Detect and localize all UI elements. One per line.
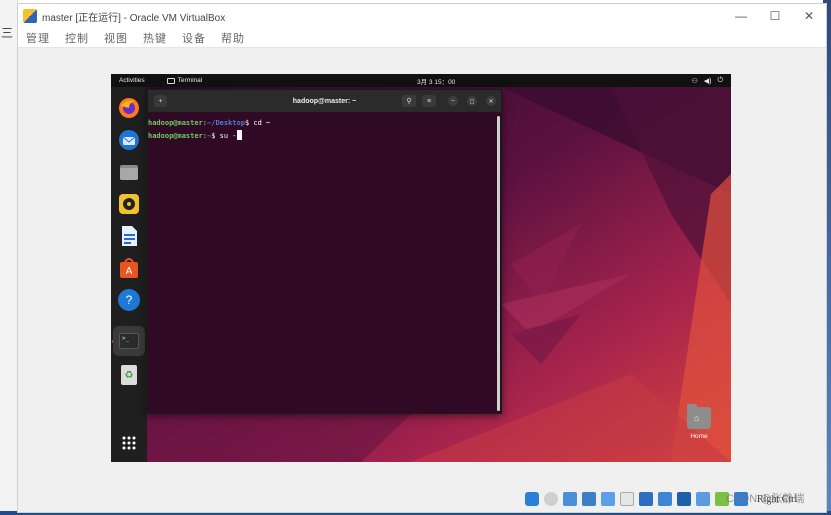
hamburger-menu-button[interactable]: ≡ — [422, 95, 436, 107]
terminal-mini-icon — [166, 77, 175, 84]
clock[interactable]: 3月 3 15：00 — [417, 76, 455, 86]
help-icon[interactable]: ? — [118, 289, 140, 311]
rhythmbox-icon[interactable] — [118, 193, 140, 215]
text-cursor — [236, 130, 242, 140]
cpu-icon[interactable] — [677, 492, 691, 506]
help-glyph: ? — [125, 293, 133, 307]
terminal-scrollbar[interactable] — [497, 116, 500, 411]
terminal-minimize-button[interactable]: – — [448, 96, 458, 106]
watermark: CSDN @张静瑞 — [726, 493, 805, 505]
command-text: $ su - — [211, 132, 237, 140]
svg-text:A: A — [126, 266, 133, 277]
audio-icon[interactable] — [563, 492, 577, 506]
terminal-output[interactable]: hadoop@master:~/Desktop$ cd ~ hadoop@mas… — [148, 112, 495, 413]
window-title: master [正在运行] - Oracle VM VirtualBox — [42, 12, 226, 24]
window-controls: — ☐ ✕ — [724, 4, 826, 28]
menu-control[interactable]: 控制 — [65, 30, 89, 46]
terminal-window[interactable]: + hadoop@master: ~ ⚲ ≡ – ◻ ✕ hadoop@mast… — [147, 89, 502, 414]
maximize-button[interactable]: ☐ — [758, 4, 792, 28]
home-folder-label: Home — [690, 433, 708, 440]
prompt-path: ~/Desktop — [207, 119, 245, 127]
firefox-icon[interactable] — [118, 97, 140, 119]
network-icon: ⚇ — [691, 77, 698, 85]
gnome-top-bar: Activities Terminal 3月 3 15：00 ⚇ ◀) ⏻ — [111, 74, 731, 87]
terminal-title: hadoop@master: ~ — [292, 97, 357, 105]
optical-drive-icon[interactable] — [544, 492, 558, 506]
new-tab-button[interactable]: + — [154, 95, 167, 107]
files-icon[interactable] — [118, 161, 140, 183]
guest-screen[interactable]: Activities Terminal 3月 3 15：00 ⚇ ◀) ⏻ A … — [111, 74, 731, 462]
host-menu-glyph[interactable]: 三 — [1, 24, 13, 41]
menu-hotkeys[interactable]: 热键 — [143, 30, 167, 46]
terminal-line: hadoop@master:~/Desktop$ cd ~ — [148, 119, 271, 127]
terminal-maximize-button[interactable]: ◻ — [467, 96, 477, 106]
virtualization-icon[interactable] — [696, 492, 710, 506]
window-titlebar[interactable]: master [正在运行] - Oracle VM VirtualBox — ☐… — [18, 4, 826, 28]
menu-manage[interactable]: 管理 — [26, 30, 50, 46]
network-adapter-icon[interactable] — [582, 492, 596, 506]
menu-bar: 管理 控制 视图 热键 设备 帮助 — [18, 28, 826, 48]
app-menu-terminal[interactable]: Terminal — [166, 77, 203, 84]
virtualbox-app-icon — [23, 9, 37, 23]
volume-icon: ◀) — [703, 77, 712, 85]
menu-view[interactable]: 视图 — [104, 30, 128, 46]
menu-help[interactable]: 帮助 — [221, 30, 245, 46]
virtualbox-window: master [正在运行] - Oracle VM VirtualBox — ☐… — [17, 3, 827, 513]
terminal-line: hadoop@master:~$ su - — [148, 130, 495, 143]
minimize-button[interactable]: — — [724, 4, 758, 28]
terminal-icon[interactable]: >_ — [113, 326, 145, 356]
prompt-user: hadoop@master — [148, 119, 203, 127]
trash-glyph: ♻ — [121, 365, 137, 385]
host-left-panel: 三 — [0, 0, 18, 515]
trash-icon[interactable]: ♻ — [118, 364, 140, 386]
terminal-glyph: >_ — [119, 333, 139, 349]
app-center-icon[interactable]: A — [118, 257, 140, 279]
show-apps-icon[interactable] — [118, 432, 140, 454]
shared-folders-icon[interactable] — [620, 492, 634, 506]
usb-icon[interactable] — [601, 492, 615, 506]
terminal-close-button[interactable]: ✕ — [486, 96, 496, 106]
recording-icon[interactable] — [658, 492, 672, 506]
hard-disk-icon[interactable] — [525, 492, 539, 506]
display-icon[interactable] — [639, 492, 653, 506]
command-text: $ cd ~ — [244, 119, 271, 127]
desktop-home-folder[interactable]: ⌂ Home — [681, 404, 717, 440]
power-icon: ⏻ — [717, 76, 723, 84]
writer-icon[interactable] — [118, 225, 140, 247]
thunderbird-icon[interactable] — [118, 129, 140, 151]
system-tray[interactable]: ⚇ ◀) ⏻ — [691, 77, 723, 85]
ubuntu-dock: A ? >_ ♻ — [111, 87, 147, 462]
terminal-headerbar[interactable]: + hadoop@master: ~ ⚲ ≡ – ◻ ✕ — [148, 90, 501, 112]
activities-button[interactable]: Activities — [119, 77, 145, 84]
app-menu-label: Terminal — [177, 77, 203, 84]
menu-devices[interactable]: 设备 — [182, 30, 206, 46]
house-icon: ⌂ — [694, 413, 700, 423]
prompt-user: hadoop@master — [148, 132, 203, 140]
search-button[interactable]: ⚲ — [402, 95, 416, 107]
close-button[interactable]: ✕ — [792, 4, 826, 28]
home-folder-icon: ⌂ — [687, 404, 711, 429]
